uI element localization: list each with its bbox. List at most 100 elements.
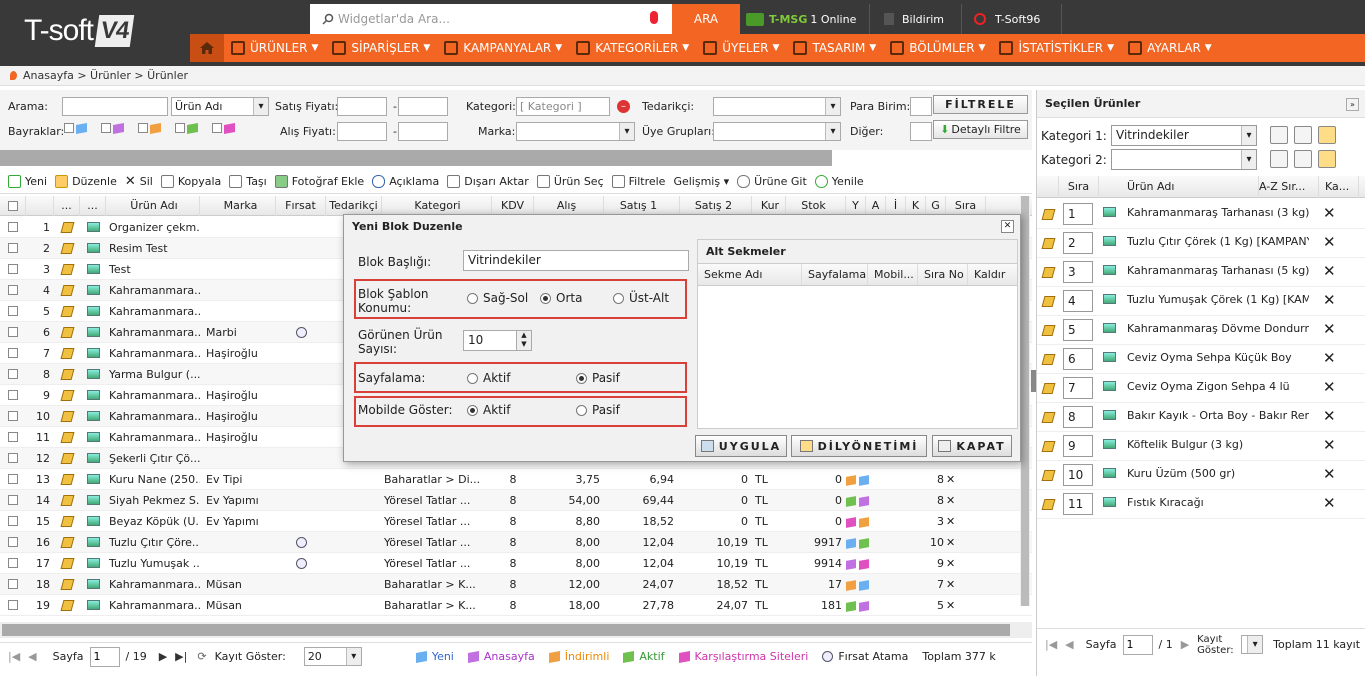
edit-cell[interactable]	[54, 217, 80, 238]
kategori1-select[interactable]: Vitrindekiler	[1111, 125, 1257, 146]
edit-icon[interactable]	[60, 348, 74, 359]
edit-cell[interactable]	[54, 511, 80, 532]
edit-icon[interactable]	[1041, 383, 1056, 394]
row-select-cell[interactable]	[0, 385, 26, 406]
selected-item-row[interactable]: 7 Ceviz Oyma Zigon Sehpa 4 lü ✕	[1037, 374, 1365, 403]
row-checkbox[interactable]	[8, 537, 18, 547]
col-header-alis[interactable]: Alış	[534, 196, 604, 216]
nav-siparisler[interactable]: SİPARİŞLER ▼	[325, 34, 437, 62]
row-checkbox[interactable]	[8, 495, 18, 505]
edit-cell[interactable]	[54, 595, 80, 616]
edit-cell[interactable]	[54, 343, 80, 364]
row-select-cell[interactable]	[0, 553, 26, 574]
edit-icon[interactable]	[60, 600, 74, 611]
breadcrumb-text[interactable]: Anasayfa > Ürünler > Ürünler	[23, 69, 188, 82]
edit-cell[interactable]	[54, 238, 80, 259]
edit-icon[interactable]	[1041, 325, 1056, 336]
vscroll-thumb[interactable]	[1021, 196, 1029, 606]
row-remove-cell[interactable]: ✕	[946, 574, 960, 595]
mobil-pasif-radio[interactable]: Pasif	[576, 403, 620, 417]
tedarikci-select[interactable]	[713, 97, 841, 116]
edit-icon[interactable]	[60, 222, 74, 233]
remove-icon[interactable]: ✕	[1323, 465, 1336, 483]
edit-icon[interactable]	[1041, 296, 1056, 307]
advanced-menu[interactable]: Gelişmiş ▾	[673, 175, 729, 188]
row-checkbox[interactable]	[8, 390, 18, 400]
col-header-kdv[interactable]: KDV	[492, 196, 534, 216]
image-icon[interactable]	[86, 285, 100, 295]
hscroll-thumb[interactable]	[2, 624, 1010, 636]
selected-item-row[interactable]: 8 Bakır Kayık - Orta Boy - Bakır Renk ...…	[1037, 403, 1365, 432]
page-size-select[interactable]	[1241, 635, 1264, 654]
row-select-cell[interactable]	[0, 532, 26, 553]
remove-block-icon[interactable]	[1294, 126, 1312, 144]
col-header-y[interactable]: Y	[846, 196, 866, 216]
edit-cell[interactable]	[54, 364, 80, 385]
filter-button[interactable]: Filtrele	[611, 175, 665, 188]
order-input[interactable]: 4	[1063, 290, 1093, 312]
row-checkbox[interactable]	[8, 243, 18, 253]
remove-icon[interactable]: ✕	[1323, 262, 1336, 280]
row-remove-cell[interactable]: ✕	[946, 595, 960, 616]
edit-icon[interactable]	[60, 369, 74, 380]
edit-icon[interactable]	[60, 495, 74, 506]
image-icon[interactable]	[86, 306, 100, 316]
row-remove-cell[interactable]: ✕	[946, 511, 960, 532]
table-row[interactable]: 14 Siyah Pekmez S... Ev Yapımı Yöresel Tatl…	[0, 490, 1032, 511]
edit-cell[interactable]	[54, 280, 80, 301]
order-input[interactable]: 6	[1063, 348, 1093, 370]
microphone-icon[interactable]	[650, 11, 658, 24]
para-birimi-input[interactable]	[910, 97, 932, 116]
edit-cell[interactable]	[54, 406, 80, 427]
edit-cell[interactable]	[54, 448, 80, 469]
selected-item-row[interactable]: 11 Fıstık Kıracağı ✕	[1037, 490, 1365, 519]
image-icon[interactable]	[86, 432, 100, 442]
table-row[interactable]: 13 Kuru Nane (250... Ev Tipi Baharatlar > D…	[0, 469, 1032, 490]
alis-min-input[interactable]	[337, 122, 387, 141]
row-checkbox[interactable]	[8, 222, 18, 232]
satis-max-input[interactable]	[398, 97, 448, 116]
selected-item-row[interactable]: 5 Kahramanmaraş Dövme Dondurma... ✕	[1037, 316, 1365, 345]
table-row[interactable]: 19 Kahramanmara... Müsan Baharatlar > K... 8…	[0, 595, 1032, 616]
col-header-name[interactable]: Ürün Adı	[1099, 176, 1259, 198]
edit-icon[interactable]	[60, 453, 74, 464]
image-cell[interactable]	[80, 280, 106, 301]
edit-cell[interactable]	[54, 322, 80, 343]
first-page-button[interactable]: |◀	[8, 650, 20, 663]
edit-cell[interactable]	[54, 427, 80, 448]
image-cell[interactable]	[80, 259, 106, 280]
image-cell[interactable]	[80, 553, 106, 574]
image-icon[interactable]	[86, 390, 100, 400]
row-checkbox[interactable]	[8, 453, 18, 463]
row-remove-cell[interactable]: ✕	[946, 490, 960, 511]
close-button[interactable]: KAPAT	[932, 435, 1012, 457]
logo[interactable]: T-soft V4	[24, 14, 135, 48]
nav-istatistikler[interactable]: İSTATİSTİKLER ▼	[992, 34, 1121, 62]
row-select-cell[interactable]	[0, 595, 26, 616]
collapse-icon[interactable]: »	[1346, 98, 1359, 111]
edit-button[interactable]: Düzenle	[55, 175, 117, 188]
order-input[interactable]: 7	[1063, 377, 1093, 399]
edit-cell[interactable]	[54, 385, 80, 406]
image-cell[interactable]	[80, 406, 106, 427]
widget-search-input[interactable]	[338, 6, 628, 32]
col-header-brand[interactable]: Marka	[200, 196, 276, 216]
row-select-cell[interactable]	[0, 364, 26, 385]
page-size-select[interactable]: 20	[303, 647, 362, 666]
flag-checkbox[interactable]	[175, 123, 185, 133]
apply-button[interactable]: UYGULA	[695, 435, 787, 457]
row-checkbox[interactable]	[8, 558, 18, 568]
nav-bolumler[interactable]: BÖLÜMLER ▼	[883, 34, 992, 62]
image-cell[interactable]	[80, 574, 106, 595]
image-icon[interactable]	[86, 348, 100, 358]
select-product-button[interactable]: Ürün Seç	[536, 175, 604, 188]
image-cell[interactable]	[80, 532, 106, 553]
page-input[interactable]	[89, 646, 120, 667]
row-checkbox[interactable]	[8, 411, 18, 421]
edit-icon[interactable]	[1041, 267, 1056, 278]
row-select-cell[interactable]	[0, 217, 26, 238]
table-row[interactable]: 16 Tuzlu Çıtır Çöre... Yöresel Tatlar ... 8…	[0, 532, 1032, 553]
image-cell[interactable]	[80, 238, 106, 259]
image-cell[interactable]	[80, 343, 106, 364]
row-remove-cell[interactable]: ✕	[946, 532, 960, 553]
